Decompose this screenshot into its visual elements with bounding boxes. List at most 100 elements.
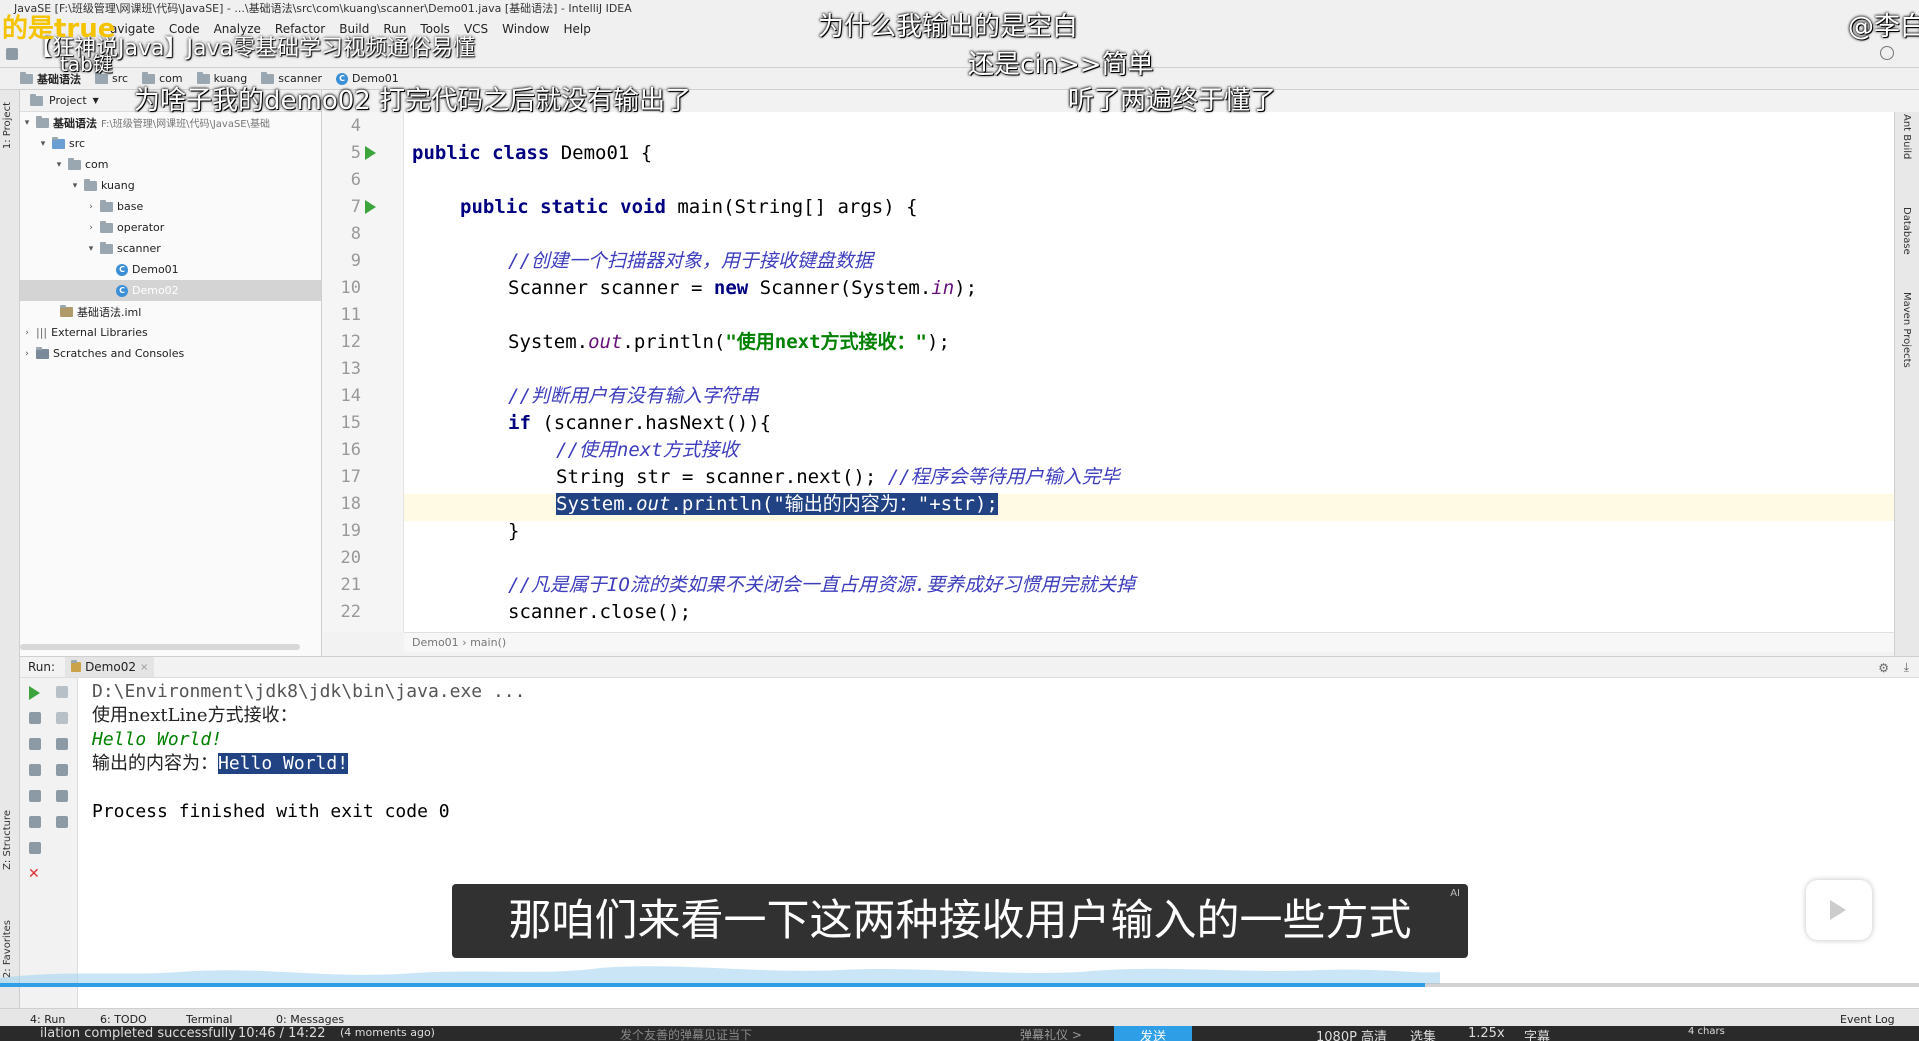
ai-subtitle-badge: AI	[1450, 888, 1460, 899]
line-number: 11	[340, 305, 361, 325]
tree-item-base[interactable]: › base	[20, 196, 321, 217]
chevron-down-icon[interactable]: ▾	[70, 181, 80, 191]
line-number: 4	[350, 116, 361, 136]
tree-item-demo01[interactable]: C Demo01	[20, 259, 321, 280]
rerun-icon[interactable]	[29, 686, 40, 700]
chevron-down-icon[interactable]: ▾	[86, 244, 96, 254]
code-line-16: //使用next方式接收	[556, 439, 739, 461]
editor-breadcrumb: Demo01 › main()	[404, 632, 1894, 652]
danmaku-tab-key: tab键	[60, 52, 113, 76]
subtitles-button[interactable]: 字幕	[1524, 1026, 1550, 1041]
danmaku-input[interactable]: 发个友善的弹幕见证当下	[620, 1026, 752, 1041]
tree-item-external-libraries[interactable]: › ||| External Libraries	[20, 322, 321, 343]
chevron-down-icon[interactable]: ▾	[22, 118, 32, 128]
package-icon	[100, 241, 113, 254]
tree-item-scratches[interactable]: › Scratches and Consoles	[20, 343, 321, 364]
video-progress-remaining[interactable]	[1425, 983, 1919, 987]
iml-file-icon	[60, 304, 73, 317]
chevron-down-icon[interactable]: ▾	[38, 139, 48, 149]
structure-tool-tab[interactable]: Z: Structure	[2, 810, 13, 870]
line-number: 10	[340, 278, 361, 298]
line-number: 6	[350, 170, 361, 190]
crumb-class[interactable]: Demo01	[412, 636, 459, 649]
console-user-input: Hello World!	[92, 729, 223, 750]
episodes-button[interactable]: 选集	[1410, 1026, 1436, 1041]
hide-panel-icon[interactable]: ⤓	[1904, 660, 1909, 675]
pin-icon[interactable]	[29, 842, 41, 854]
close-icon[interactable]: ×	[140, 662, 148, 673]
class-icon: C	[116, 263, 128, 276]
line-number: 5	[350, 143, 361, 163]
send-danmaku-button[interactable]: 发送	[1114, 1026, 1192, 1041]
save-icon[interactable]	[6, 48, 18, 60]
tab-messages[interactable]: 0: Messages	[276, 1013, 344, 1026]
tree-item-operator[interactable]: › operator	[20, 217, 321, 238]
code-line-7: public static void main(String[] args) {	[460, 196, 918, 218]
close-run-icon[interactable]: ✕	[28, 866, 40, 882]
tree-item-demo02[interactable]: C Demo02	[20, 280, 321, 301]
tree-item-com[interactable]: ▾ com	[20, 154, 321, 175]
crumb-method[interactable]: main()	[470, 636, 506, 649]
code-line-15: if (scanner.hasNext()){	[508, 412, 772, 434]
code-line-10: Scanner scanner = new Scanner(System.in)…	[508, 277, 978, 299]
video-player-controls: ilation completed successfully 10:46 / 1…	[0, 1026, 1919, 1041]
tree-item-kuang[interactable]: ▾ kuang	[20, 175, 321, 196]
print-icon[interactable]	[56, 790, 68, 802]
project-tool-tab[interactable]: 1: Project	[2, 102, 13, 149]
tab-terminal[interactable]: Terminal	[186, 1013, 233, 1026]
ant-build-tab[interactable]: Ant Build	[1901, 114, 1912, 159]
console-output-line: 输出的内容为：Hello World!	[92, 753, 349, 774]
maven-projects-tab[interactable]: Maven Projects	[1901, 292, 1912, 368]
stop-icon[interactable]	[29, 712, 41, 724]
database-tab[interactable]: Database	[1901, 207, 1912, 255]
exit-icon[interactable]	[29, 790, 41, 802]
quality-selector[interactable]: 1080P 高清	[1316, 1026, 1387, 1041]
console-command: D:\Environment\jdk8\jdk\bin\java.exe ...	[92, 681, 526, 702]
soft-wrap-icon[interactable]	[56, 738, 68, 750]
run-tab-demo02[interactable]: Demo02 ×	[65, 657, 155, 677]
danmaku-corner: 的是true	[2, 14, 116, 44]
editor-gutter: 4 5 6 7 8 9 10 11 12 13 14 15 16 17 18 1…	[322, 112, 404, 632]
chevron-right-icon[interactable]: ›	[22, 328, 32, 338]
down-arrow-icon[interactable]	[56, 712, 68, 724]
scroll-to-end-icon[interactable]	[56, 764, 68, 776]
tree-item-src[interactable]: ▾ src	[20, 133, 321, 154]
run-class-icon[interactable]	[365, 146, 376, 160]
video-progress-played[interactable]	[0, 983, 1425, 987]
menu-help[interactable]: Help	[563, 22, 590, 36]
console-prompt: 使用nextLine方式接收：	[92, 705, 298, 726]
menu-window[interactable]: Window	[502, 22, 549, 36]
tab-event-log[interactable]: Event Log	[1840, 1013, 1895, 1026]
up-arrow-icon[interactable]	[56, 686, 68, 698]
line-number: 19	[340, 521, 361, 541]
chevron-right-icon[interactable]: ›	[86, 223, 96, 233]
run-main-icon[interactable]	[365, 200, 376, 214]
horizontal-scrollbar[interactable]	[20, 644, 300, 650]
chevron-right-icon[interactable]: ›	[86, 202, 96, 212]
gear-icon[interactable]: ⚙	[1878, 661, 1889, 675]
dump-threads-icon[interactable]	[29, 764, 41, 776]
package-icon	[100, 199, 113, 212]
chars-status: 4 chars	[1688, 1026, 1725, 1037]
tv-mascot-icon[interactable]	[1806, 880, 1872, 940]
speed-selector[interactable]: 1.25x	[1468, 1026, 1505, 1041]
chevron-down-icon[interactable]: ▾	[54, 160, 64, 170]
class-icon: C	[116, 284, 128, 297]
chevron-down-icon[interactable]: ▼	[93, 96, 99, 105]
layout-icon[interactable]	[29, 816, 41, 828]
chevron-right-icon[interactable]: ›	[22, 349, 32, 359]
line-number: 20	[340, 548, 361, 568]
tree-item-iml[interactable]: 基础语法.iml	[20, 301, 321, 322]
project-view-selector[interactable]: Project	[49, 94, 87, 107]
search-everywhere-icon[interactable]	[1880, 46, 1894, 60]
tree-item-scanner[interactable]: ▾ scanner	[20, 238, 321, 259]
trash-icon[interactable]	[56, 816, 68, 828]
code-editor[interactable]: public class Demo01 { public static void…	[404, 112, 1894, 632]
line-number: 21	[340, 575, 361, 595]
danmaku-etiquette-link[interactable]: 弹幕礼仪 >	[1020, 1026, 1082, 1041]
line-number: 18	[340, 494, 361, 514]
pause-icon[interactable]	[29, 738, 41, 750]
code-line-18-selected: System.out.println("输出的内容为："+str);	[556, 493, 998, 515]
tab-todo[interactable]: 6: TODO	[100, 1013, 147, 1026]
tab-run[interactable]: 4: Run	[30, 1013, 65, 1026]
